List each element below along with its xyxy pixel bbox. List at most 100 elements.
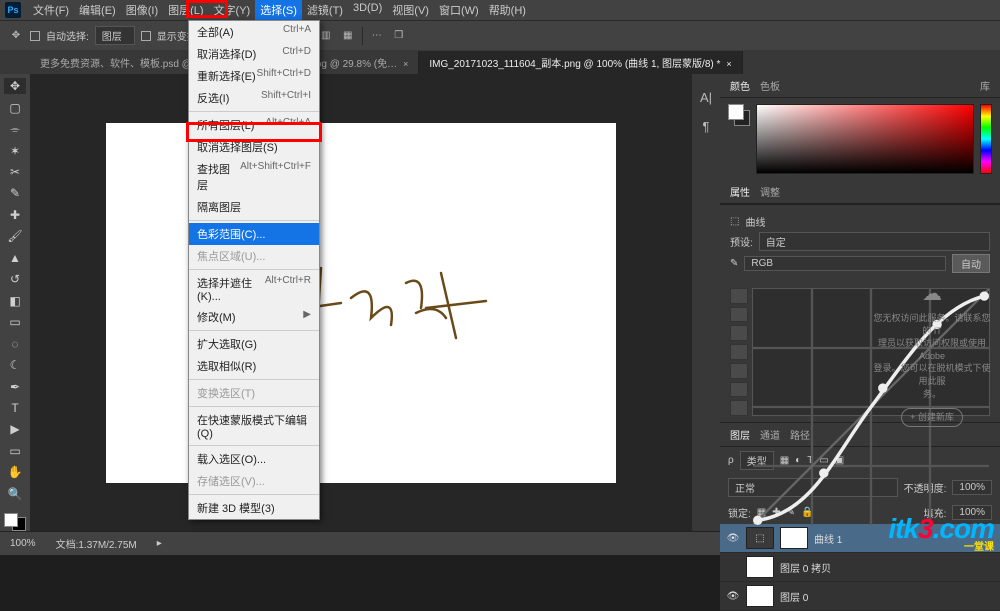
layer-name[interactable]: 图层 0 [780, 589, 808, 604]
crop-tool[interactable]: ✂ [4, 164, 26, 180]
eyedropper-tool[interactable]: ✎ [4, 185, 26, 201]
curve-clip-tool[interactable] [730, 400, 748, 416]
zoom-tool[interactable]: 🔍 [4, 486, 26, 502]
close-icon[interactable]: × [403, 59, 408, 69]
type-tool[interactable]: T [4, 400, 26, 416]
stamp-tool[interactable]: ▲ [4, 250, 26, 266]
status-arrow-icon[interactable]: ▸ [157, 538, 162, 549]
menu-文件[interactable]: 文件(F) [28, 0, 74, 21]
path-select-tool[interactable]: ▶ [4, 421, 26, 437]
menu-图像[interactable]: 图像(I) [121, 0, 163, 21]
create-new-library-button[interactable]: + 创建新库 [901, 408, 963, 427]
menu-item[interactable]: 查找图层Alt+Shift+Ctrl+F [189, 158, 319, 196]
menu-item[interactable]: 反选(I)Shift+Ctrl+I [189, 87, 319, 109]
menu-item[interactable]: 在快速蒙版模式下编辑(Q) [189, 409, 319, 443]
align-bottom-icon[interactable]: ▦ [340, 28, 356, 44]
blur-tool[interactable]: ◌ [4, 335, 26, 351]
menu-选择[interactable]: 选择(S) [255, 0, 302, 21]
collapsed-panel-column: A| ¶ [692, 74, 720, 531]
menu-视图[interactable]: 视图(V) [387, 0, 434, 21]
swatches-tab[interactable]: 色板 [760, 78, 780, 93]
curve-draw-tool[interactable] [730, 307, 748, 323]
paragraph-panel-icon[interactable]: ¶ [703, 119, 710, 134]
properties-tab[interactable]: 属性 [730, 184, 750, 199]
adjustments-tab[interactable]: 调整 [760, 184, 780, 199]
auto-select-target-dropdown[interactable]: 图层 [95, 26, 135, 45]
history-brush-tool[interactable]: ↺ [4, 271, 26, 287]
sampler-icon[interactable]: ✎ [730, 258, 738, 269]
menu-item[interactable]: 选取相似(R) [189, 355, 319, 377]
gray-sampler[interactable] [730, 363, 748, 379]
black-sampler[interactable] [730, 382, 748, 398]
channel-dropdown[interactable]: RGB [744, 256, 946, 271]
menu-item[interactable]: 扩大选取(G) [189, 333, 319, 355]
menu-item[interactable]: 选择并遮住(K)...Alt+Ctrl+R [189, 272, 319, 306]
libraries-tab[interactable]: 库 [980, 78, 990, 93]
menu-图层[interactable]: 图层(L) [163, 0, 208, 21]
character-panel-icon[interactable]: A| [700, 90, 712, 105]
shape-tool[interactable]: ▭ [4, 443, 26, 459]
menu-item[interactable]: 修改(M)▶ [189, 306, 319, 328]
eye-icon[interactable]: 👁 [726, 591, 740, 602]
quick-select-tool[interactable]: ✶ [4, 142, 26, 158]
menu-item[interactable]: 载入选区(O)... [189, 448, 319, 470]
menu-滤镜[interactable]: 滤镜(T) [302, 0, 348, 21]
auto-button[interactable]: 自动 [952, 254, 990, 273]
menu-窗口[interactable]: 窗口(W) [434, 0, 484, 21]
filter-icon[interactable]: ρ [728, 455, 734, 466]
watermark: itk3.com 一堂课 [888, 513, 994, 551]
3d-mode-icon[interactable]: ❒ [391, 28, 407, 44]
layer-name[interactable]: 曲线 1 [814, 531, 842, 546]
gradient-tool[interactable]: ▭ [4, 314, 26, 330]
move-tool[interactable]: ✥ [4, 78, 26, 94]
layer-thumbnail[interactable]: ⬚ [746, 527, 774, 549]
eye-icon[interactable]: 👁 [726, 533, 740, 544]
menu-item[interactable]: 所有图层(L)Alt+Ctrl+A [189, 114, 319, 136]
layer-thumbnail[interactable] [746, 585, 774, 607]
menu-item[interactable]: 新建 3D 模型(3) [189, 497, 319, 519]
zoom-level[interactable]: 100% [10, 538, 36, 549]
menu-item[interactable]: 重新选择(E)Shift+Ctrl+D [189, 65, 319, 87]
eraser-tool[interactable]: ◧ [4, 293, 26, 309]
menu-3D[interactable]: 3D(D) [348, 0, 387, 21]
layer-name[interactable]: 图层 0 拷贝 [780, 560, 831, 575]
hue-slider[interactable] [980, 104, 992, 174]
distribute-icon[interactable]: ⋯ [369, 28, 385, 44]
curve-smooth-tool[interactable] [730, 325, 748, 341]
brush-tool[interactable]: 🖌 [4, 228, 26, 244]
layer-thumbnail[interactable] [746, 556, 774, 578]
menu-item[interactable]: 色彩范围(C)... [189, 223, 319, 245]
layers-tab[interactable]: 图层 [730, 427, 750, 442]
panel-swatch[interactable] [728, 104, 750, 126]
menu-item[interactable]: 取消选择图层(S) [189, 136, 319, 158]
curve-point-tool[interactable] [730, 288, 748, 304]
menu-编辑[interactable]: 编辑(E) [74, 0, 121, 21]
lasso-tool[interactable]: ⌯ [4, 121, 26, 137]
menu-item[interactable]: 隔离图层 [189, 196, 319, 218]
color-tab[interactable]: 颜色 [730, 78, 750, 93]
document-tab[interactable]: IMG_20171023_111604_副本.png @ 100% (曲线 1,… [419, 51, 742, 74]
healing-tool[interactable]: ✚ [4, 207, 26, 223]
pen-tool[interactable]: ✒ [4, 378, 26, 394]
preset-dropdown[interactable]: 自定 [759, 232, 990, 251]
auto-select-checkbox[interactable] [30, 31, 40, 41]
white-sampler[interactable] [730, 344, 748, 360]
color-field[interactable] [756, 104, 974, 174]
layer-row[interactable]: 图层 0 拷贝 [720, 553, 1000, 582]
mask-thumbnail[interactable] [780, 527, 808, 549]
close-icon[interactable]: × [726, 59, 731, 69]
menu-帮助[interactable]: 帮助(H) [484, 0, 531, 21]
hand-tool[interactable]: ✋ [4, 464, 26, 480]
dodge-tool[interactable]: ☾ [4, 357, 26, 373]
align-middle-icon[interactable]: ▥ [318, 28, 334, 44]
document-canvas[interactable] [106, 123, 616, 483]
show-transform-checkbox[interactable] [141, 31, 151, 41]
layer-row[interactable]: 👁 图层 0 [720, 582, 1000, 611]
menu-item[interactable]: 全部(A)Ctrl+A [189, 21, 319, 43]
menu-item: 焦点区域(U)... [189, 245, 319, 267]
menu-item[interactable]: 取消选择(D)Ctrl+D [189, 43, 319, 65]
color-swatch[interactable] [4, 513, 26, 531]
menu-文字[interactable]: 文字(Y) [209, 0, 256, 21]
document-info[interactable]: 文档:1.37M/2.75M [56, 536, 137, 551]
marquee-tool[interactable]: ▢ [4, 99, 26, 115]
